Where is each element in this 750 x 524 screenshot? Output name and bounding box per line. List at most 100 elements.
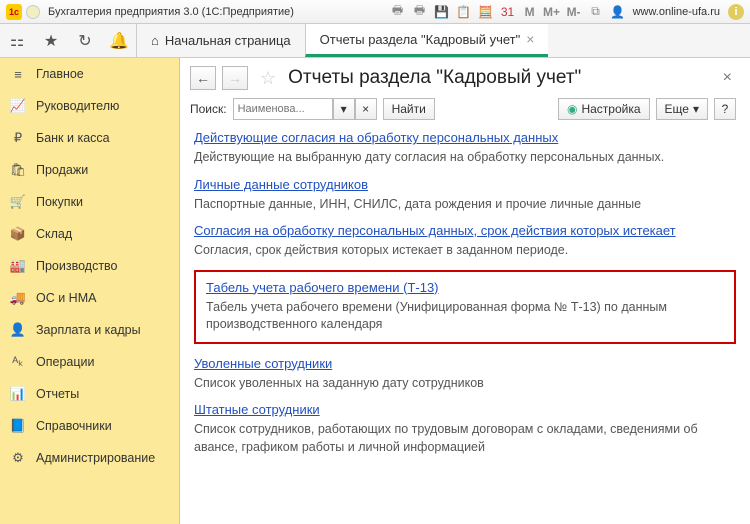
sidebar-icon: 👤 bbox=[10, 322, 26, 338]
sidebar-item-8[interactable]: 👤Зарплата и кадры bbox=[0, 314, 179, 346]
find-button[interactable]: Найти bbox=[383, 98, 435, 120]
search-input[interactable] bbox=[233, 98, 333, 120]
search-dropdown-button[interactable]: ▾ bbox=[333, 98, 355, 120]
sidebar-item-0[interactable]: ≡ Главное bbox=[0, 58, 179, 90]
report-link[interactable]: Действующие согласия на обработку персон… bbox=[194, 130, 736, 145]
report-list: Действующие согласия на обработку персон… bbox=[190, 130, 736, 456]
sidebar-icon: 🏭 bbox=[10, 258, 26, 274]
nav-back-button[interactable]: ← bbox=[190, 66, 216, 90]
report-link[interactable]: Табель учета рабочего времени (Т-13) bbox=[206, 280, 724, 295]
calendar-icon[interactable]: 31 bbox=[499, 3, 517, 21]
report-link[interactable]: Уволенные сотрудники bbox=[194, 356, 736, 371]
m-minus-button[interactable]: M- bbox=[565, 3, 583, 21]
sidebar-icon: ₽ bbox=[10, 130, 26, 146]
toolbar: Поиск: ▾ × Найти ◉ Настройка Еще ▾ ? bbox=[190, 98, 736, 120]
sidebar-item-label: Администрирование bbox=[36, 451, 155, 465]
print-icon[interactable]: 🖶 bbox=[389, 3, 407, 21]
sidebar-item-11[interactable]: 📘 Справочники bbox=[0, 410, 179, 442]
chevron-down-icon: ▾ bbox=[693, 102, 699, 116]
sidebar-item-label: Производство bbox=[36, 259, 118, 273]
sidebar-item-label: Банк и касса bbox=[36, 131, 110, 145]
settings-button[interactable]: ◉ Настройка bbox=[558, 98, 650, 120]
close-icon[interactable]: × bbox=[526, 31, 534, 47]
gear-icon: ◉ bbox=[567, 102, 577, 116]
sidebar-item-1[interactable]: 📈 Руководителю bbox=[0, 90, 179, 122]
search-clear-button[interactable]: × bbox=[355, 98, 377, 120]
tab-label: Начальная страница bbox=[165, 33, 291, 48]
report-link[interactable]: Согласия на обработку персональных данны… bbox=[194, 223, 736, 238]
content-area: ← → ☆ Отчеты раздела "Кадровый учет" × П… bbox=[180, 58, 750, 524]
more-button[interactable]: Еще ▾ bbox=[656, 98, 708, 120]
info-icon[interactable]: i bbox=[728, 4, 744, 20]
report-description: Список сотрудников, работающих по трудов… bbox=[194, 421, 736, 456]
sidebar-item-9[interactable]: ᴬₖ Операции bbox=[0, 346, 179, 378]
sidebar-item-4[interactable]: 🛒 Покупки bbox=[0, 186, 179, 218]
m-button[interactable]: M bbox=[521, 3, 539, 21]
sidebar-icon: 🛍 bbox=[10, 162, 26, 178]
tab-label: Отчеты раздела "Кадровый учет" bbox=[320, 32, 521, 47]
sidebar-item-label: Справочники bbox=[36, 419, 112, 433]
sidebar-item-label: Отчеты bbox=[36, 387, 79, 401]
sidebar-item-2[interactable]: ₽ Банк и касса bbox=[0, 122, 179, 154]
report-item: Личные данные сотрудников Паспортные данн… bbox=[194, 177, 736, 214]
sidebar-icon: 📊 bbox=[10, 386, 26, 402]
report-description: Действующие на выбранную дату согласия н… bbox=[194, 149, 736, 167]
sidebar-item-label: Главное bbox=[36, 67, 84, 81]
report-item: Табель учета рабочего времени (Т-13) Табе… bbox=[194, 270, 736, 344]
sidebar-item-3[interactable]: 🛍 Продажи bbox=[0, 154, 179, 186]
window-titlebar: 1c Бухгалтерия предприятия 3.0 (1С:Предп… bbox=[0, 0, 750, 24]
sidebar-item-label: Покупки bbox=[36, 195, 83, 209]
print2-icon[interactable]: 🖶 bbox=[411, 3, 429, 21]
tab-home[interactable]: ⌂ Начальная страница bbox=[136, 24, 305, 57]
sidebar-icon: ⚙ bbox=[10, 450, 26, 466]
favorite-star-icon[interactable]: ☆ bbox=[260, 68, 276, 89]
apps-icon[interactable]: ⚏ bbox=[0, 24, 34, 57]
window-title: Бухгалтерия предприятия 3.0 (1С:Предприя… bbox=[48, 6, 294, 18]
sidebar-icon: ᴬₖ bbox=[10, 354, 26, 370]
m-plus-button[interactable]: M+ bbox=[543, 3, 561, 21]
home-icon: ⌂ bbox=[151, 33, 159, 48]
sidebar-icon: 🛒 bbox=[10, 194, 26, 210]
report-description: Список уволенных на заданную дату сотруд… bbox=[194, 375, 736, 393]
app-logo-icon: 1c bbox=[6, 4, 22, 20]
report-item: Уволенные сотрудники Список уволенных на … bbox=[194, 356, 736, 393]
sidebar-item-12[interactable]: ⚙ Администрирование bbox=[0, 442, 179, 474]
sidebar-item-7[interactable]: 🚚 ОС и НМА bbox=[0, 282, 179, 314]
sidebar-item-5[interactable]: 📦 Склад bbox=[0, 218, 179, 250]
sidebar: ≡ Главное 📈 Руководителю ₽ Банк и касса 🛍 Прода… bbox=[0, 58, 180, 524]
report-description: Табель учета рабочего времени (Унифициро… bbox=[206, 299, 724, 334]
help-button[interactable]: ? bbox=[714, 98, 736, 120]
sidebar-icon: ≡ bbox=[10, 66, 26, 82]
sidebar-item-label: Склад bbox=[36, 227, 72, 241]
sidebar-icon: 🚚 bbox=[10, 290, 26, 306]
report-link[interactable]: Штатные сотрудники bbox=[194, 402, 736, 417]
star-icon[interactable]: ★ bbox=[34, 24, 68, 57]
bell-icon[interactable]: 🔔 bbox=[102, 24, 136, 57]
report-description: Согласия, срок действия которых истекает… bbox=[194, 242, 736, 260]
page-title: Отчеты раздела "Кадровый учет" bbox=[288, 67, 713, 89]
sidebar-icon: 📘 bbox=[10, 418, 26, 434]
sidebar-item-label: ОС и НМА bbox=[36, 291, 96, 305]
user-icon: 👤 bbox=[609, 3, 627, 21]
report-description: Паспортные данные, ИНН, СНИЛС, дата рожд… bbox=[194, 196, 736, 214]
nav-forward-button[interactable]: → bbox=[222, 66, 248, 90]
save-icon[interactable]: 💾 bbox=[433, 3, 451, 21]
report-item: Согласия на обработку персональных данны… bbox=[194, 223, 736, 260]
window-icon[interactable]: ⧉ bbox=[587, 3, 605, 21]
calculator-icon[interactable]: 🧮 bbox=[477, 3, 495, 21]
sidebar-item-label: Операции bbox=[36, 355, 94, 369]
close-page-button[interactable]: × bbox=[719, 69, 736, 87]
sidebar-icon: 📦 bbox=[10, 226, 26, 242]
clipboard-icon[interactable]: 📋 bbox=[455, 3, 473, 21]
sidebar-icon: 📈 bbox=[10, 98, 26, 114]
report-item: Действующие согласия на обработку персон… bbox=[194, 130, 736, 167]
history-icon[interactable]: ↻ bbox=[68, 24, 102, 57]
titlebar-button[interactable] bbox=[26, 5, 40, 19]
tab-reports[interactable]: Отчеты раздела "Кадровый учет" × bbox=[305, 24, 549, 57]
tabbar: ⚏ ★ ↻ 🔔 ⌂ Начальная страница Отчеты разд… bbox=[0, 24, 750, 58]
report-link[interactable]: Личные данные сотрудников bbox=[194, 177, 736, 192]
sidebar-item-label: Продажи bbox=[36, 163, 88, 177]
sidebar-item-label: Руководителю bbox=[36, 99, 119, 113]
sidebar-item-10[interactable]: 📊 Отчеты bbox=[0, 378, 179, 410]
sidebar-item-6[interactable]: 🏭 Производство bbox=[0, 250, 179, 282]
